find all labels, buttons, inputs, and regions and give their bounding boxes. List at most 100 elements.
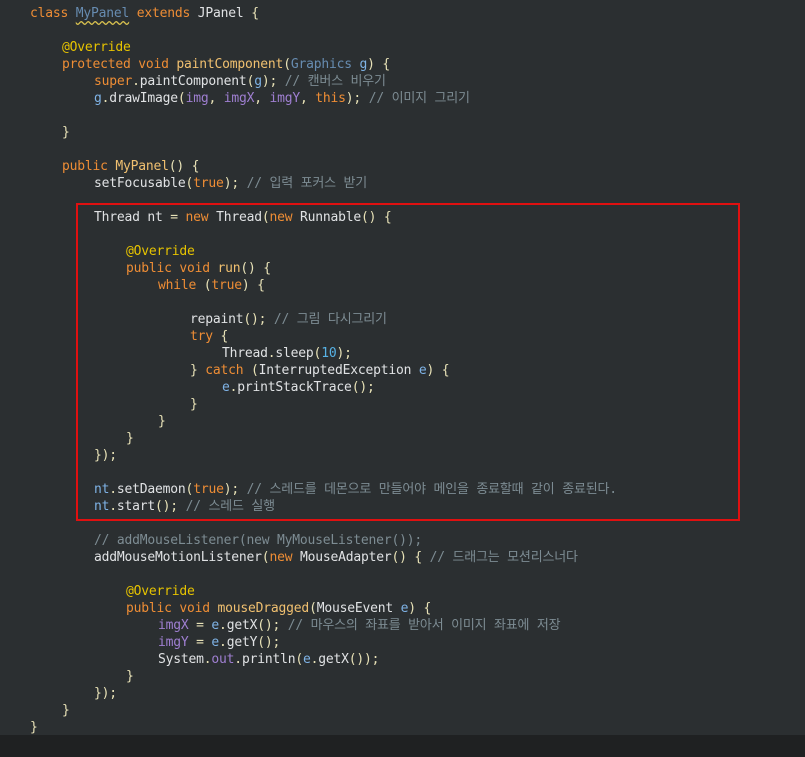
code-token: );: [336, 346, 352, 361]
code-line[interactable]: @Override: [62, 39, 131, 56]
code-line[interactable]: repaint(); // 그림 다시그리기: [190, 311, 387, 328]
code-token: try: [190, 329, 221, 344]
code-line[interactable]: }: [190, 396, 198, 413]
code-token: // 이미지 그리기: [361, 91, 470, 106]
code-line[interactable]: public void run() {: [126, 260, 271, 277]
code-token: public void: [126, 601, 218, 616]
code-line[interactable]: });: [94, 685, 117, 702]
code-token: imgY: [269, 91, 301, 106]
code-token: =: [188, 618, 212, 633]
code-token: (: [309, 601, 317, 616]
code-token: public void: [126, 261, 218, 276]
code-line[interactable]: setFocusable(true); // 입력 포커스 받기: [94, 175, 367, 192]
code-line[interactable]: try {: [190, 328, 228, 345]
code-token: MyPanel: [75, 6, 130, 21]
code-line[interactable]: protected void paintComponent(Graphics g…: [62, 56, 390, 73]
code-token: Thread: [216, 210, 262, 225]
code-token: e: [302, 652, 311, 667]
code-editor[interactable]: class MyPanel extends JPanel {@Override p…: [0, 0, 805, 735]
code-token: }: [62, 125, 70, 140]
code-token: =: [188, 635, 212, 650]
code-token: run: [217, 261, 241, 276]
code-token: Thread: [94, 210, 148, 225]
code-line[interactable]: addMouseMotionListener(new MouseAdapter(…: [94, 549, 578, 566]
code-line[interactable]: @Override: [126, 243, 195, 260]
code-token: .: [234, 652, 242, 667]
code-line[interactable]: Thread.sleep(10);: [222, 345, 352, 362]
code-token: Thread: [222, 346, 268, 361]
code-line[interactable]: System.out.println(e.getX());: [158, 651, 379, 668]
code-token: ();: [257, 618, 281, 633]
code-line[interactable]: while (true) {: [158, 277, 265, 294]
code-token: ();: [257, 635, 281, 650]
code-token: .: [132, 74, 140, 89]
code-line[interactable]: @Override: [126, 583, 195, 600]
code-line[interactable]: // addMouseListener(new MyMouseListener(…: [94, 532, 422, 549]
code-token: JPanel: [197, 6, 252, 21]
code-token: // 그림 다시그리기: [266, 312, 387, 327]
code-token: extends: [129, 6, 198, 21]
code-line[interactable]: nt.start(); // 스레드 실행: [94, 498, 275, 515]
code-token: 10: [321, 346, 337, 361]
code-token: InterruptedException: [258, 363, 419, 378]
code-token: @Override: [126, 584, 195, 599]
code-token: );: [345, 91, 362, 106]
code-line[interactable]: super.paintComponent(g); // 캔버스 비우기: [94, 73, 386, 90]
code-token: .: [219, 618, 227, 633]
code-line[interactable]: nt.setDaemon(true); // 스레드를 데몬으로 만들어야 메인…: [94, 481, 617, 498]
code-token: }: [126, 669, 134, 684]
code-token: start: [116, 499, 156, 514]
code-token: }: [158, 414, 166, 429]
code-token: ,: [254, 91, 270, 106]
code-token: nt: [94, 499, 110, 514]
code-line[interactable]: }: [126, 430, 134, 447]
code-token: }: [126, 431, 134, 446]
code-token: System: [158, 652, 204, 667]
code-token: ) {: [241, 278, 265, 293]
code-line[interactable]: }: [30, 719, 38, 736]
code-line[interactable]: g.drawImage(img, imgX, imgY, this); // 이…: [94, 90, 470, 107]
code-line[interactable]: public MyPanel() {: [62, 158, 199, 175]
code-token: {: [220, 329, 229, 344]
code-token: });: [94, 686, 117, 701]
code-line[interactable]: Thread nt = new Thread(new Runnable() {: [94, 209, 392, 226]
code-line[interactable]: public void mouseDragged(MouseEvent e) {: [126, 600, 431, 617]
code-line[interactable]: });: [94, 447, 117, 464]
code-token: MouseEvent: [316, 601, 401, 616]
code-token: }: [190, 397, 198, 412]
code-token: ();: [155, 499, 178, 514]
code-line[interactable]: e.printStackTrace();: [222, 379, 375, 396]
code-token: // 마우스의 좌표를 받아서 이미지 좌표에 저장: [280, 618, 561, 633]
code-line[interactable]: }: [62, 702, 70, 719]
code-token: ) {: [408, 601, 432, 616]
editor-bottom-strip: [0, 735, 805, 757]
code-token: sleep: [275, 346, 314, 361]
code-line[interactable]: }: [158, 413, 166, 430]
code-token: new: [185, 210, 217, 225]
code-token: repaint: [190, 312, 244, 327]
code-line[interactable]: } catch (InterruptedException e) {: [190, 362, 450, 379]
code-line[interactable]: class MyPanel extends JPanel {: [30, 5, 259, 22]
code-token: @Override: [62, 40, 131, 55]
code-token: catch: [205, 363, 252, 378]
code-line[interactable]: }: [126, 668, 134, 685]
code-token: ();: [243, 312, 267, 327]
code-line[interactable]: imgY = e.getY();: [158, 634, 280, 651]
code-token: e: [211, 635, 220, 650]
code-token: () {: [168, 159, 200, 174]
code-token: ) {: [426, 363, 450, 378]
code-token: class: [30, 6, 76, 21]
code-token: public: [62, 159, 116, 174]
code-token: {: [251, 6, 259, 21]
code-token: // 캔버스 비우기: [277, 74, 386, 89]
code-line[interactable]: imgX = e.getX(); // 마우스의 좌표를 받아서 이미지 좌표에…: [158, 617, 561, 634]
code-token: img: [185, 91, 209, 106]
code-token: () {: [361, 210, 392, 225]
code-token: true: [193, 482, 224, 497]
code-token: =: [162, 210, 186, 225]
code-token: );: [223, 176, 239, 191]
code-line[interactable]: }: [62, 124, 70, 141]
code-token: getX: [226, 618, 258, 633]
code-token: new: [269, 550, 300, 565]
code-token: // addMouseListener(new MyMouseListener(…: [94, 533, 422, 548]
